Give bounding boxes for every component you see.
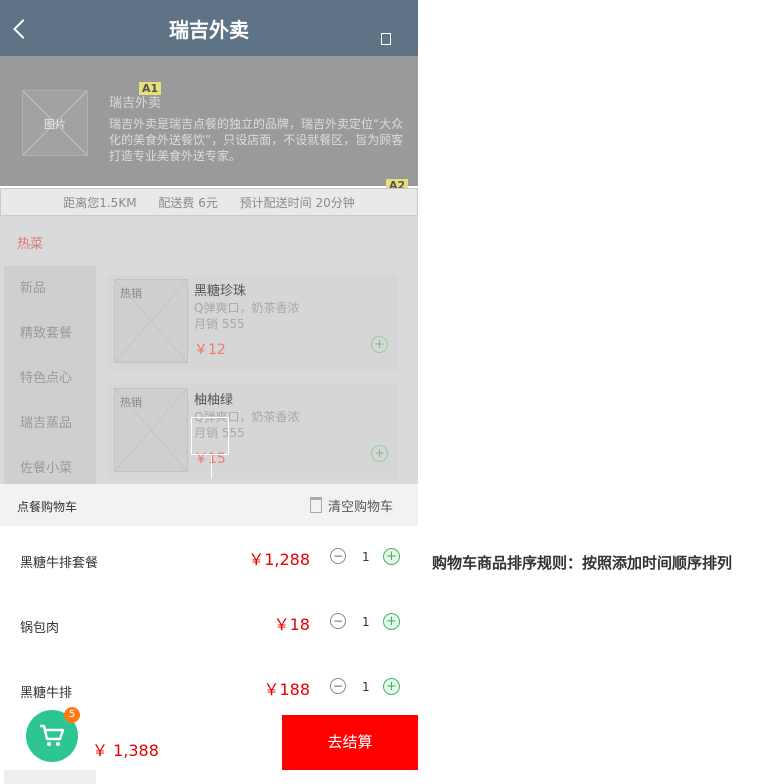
store-info-card: 图片 瑞吉外卖 瑞吉外卖是瑞吉点餐的独立的品牌，瑞吉外卖定位“大众化的美食外送餐…: [0, 56, 418, 186]
dish-monthly-sales: 月销 555: [194, 317, 245, 331]
category-item[interactable]: 瑞吉蒸品: [4, 401, 96, 446]
cart-title: 点餐购物车: [17, 500, 78, 514]
cart-item-qty: 1: [362, 550, 370, 564]
cart-item-qty: 1: [362, 680, 370, 694]
shopping-cart-icon: [40, 724, 65, 746]
decrease-qty-minus-icon[interactable]: −: [330, 613, 346, 629]
menu-icon[interactable]: [381, 33, 391, 45]
category-item[interactable]: 精致套餐: [4, 311, 96, 356]
cart-item-name: 锅包肉: [20, 621, 60, 636]
clear-cart-button[interactable]: 清空购物车: [310, 496, 393, 515]
cart-row: 黑糖牛排套餐 ￥1,288 − 1 +: [4, 527, 418, 593]
selection-box: [191, 417, 229, 455]
store-description: 瑞吉外卖是瑞吉点餐的独立的品牌，瑞吉外卖定位“大众化的美食外送餐饮”，只设店面，…: [109, 117, 404, 163]
dish-name: 柚柚绿: [194, 393, 234, 408]
trash-icon: [310, 497, 322, 513]
annotation-tag-a1: A1: [139, 82, 162, 95]
delivery-info-bar: 距离您1.5KM 配送费 6元 预计配送时间 20分钟: [0, 188, 418, 216]
top-nav-bar: 瑞吉外卖: [0, 0, 418, 56]
page-title: 瑞吉外卖: [169, 18, 249, 42]
cart-item-price: ￥18: [273, 615, 310, 634]
category-sidebar: 新品 精致套餐 特色点心 瑞吉蒸品 佐餐小菜: [4, 266, 96, 484]
dish-price: ￥12: [194, 342, 226, 358]
decrease-qty-minus-icon[interactable]: −: [330, 548, 346, 564]
hot-dishes-label[interactable]: 热菜: [17, 233, 43, 252]
delivery-time-text: 预计配送时间 20分钟: [239, 196, 355, 210]
dish-card[interactable]: 热销 柚柚绿 Q弹爽口，奶茶香浓 月销 555 ￥15 +: [108, 384, 398, 479]
footer-strip: [4, 770, 96, 784]
hot-sale-badge: 热销: [120, 287, 142, 300]
increase-qty-plus-icon[interactable]: +: [383, 548, 400, 565]
hot-sale-badge: 热销: [120, 396, 142, 409]
category-item[interactable]: 新品: [4, 266, 96, 311]
distance-text: 距离您1.5KM: [63, 196, 137, 210]
category-item[interactable]: 特色点心: [4, 356, 96, 401]
clear-cart-label: 清空购物车: [328, 500, 394, 515]
annotation-note: 购物车商品排序规则：按照添加时间顺序排列: [432, 554, 733, 572]
cart-item-price: ￥1,288: [248, 550, 310, 569]
cart-item-price: ￥188: [263, 680, 310, 699]
increase-qty-plus-icon[interactable]: +: [383, 613, 400, 630]
add-dish-plus-icon[interactable]: +: [371, 336, 388, 353]
add-dish-plus-icon[interactable]: +: [371, 445, 388, 462]
cart-row: 锅包肉 ￥18 − 1 +: [4, 592, 418, 658]
cart-item-qty: 1: [362, 615, 370, 629]
delivery-fee-text: 配送费 6元: [158, 196, 218, 210]
increase-qty-plus-icon[interactable]: +: [383, 678, 400, 695]
mobile-screen: 瑞吉外卖 图片 瑞吉外卖 瑞吉外卖是瑞吉点餐的独立的品牌，瑞吉外卖定位“大众化的…: [0, 0, 418, 784]
cart-item-name: 黑糖牛排: [20, 686, 73, 701]
dish-description: Q弹爽口，奶茶香浓: [194, 301, 300, 315]
cart-count-badge: 5: [64, 707, 80, 723]
store-image-placeholder: 图片: [22, 90, 88, 156]
dish-card[interactable]: 热销 黑糖珍珠 Q弹爽口，奶茶香浓 月销 555 ￥12 +: [108, 275, 398, 370]
cart-header: 点餐购物车 清空购物车: [0, 484, 418, 526]
dish-name: 黑糖珍珠: [194, 284, 247, 299]
image-label: 图片: [44, 118, 66, 131]
cart-item-name: 黑糖牛排套餐: [20, 556, 99, 571]
checkout-button[interactable]: 去结算: [282, 715, 418, 770]
cart-total-price: ￥ 1,388: [92, 741, 159, 760]
decrease-qty-minus-icon[interactable]: −: [330, 678, 346, 694]
text-cursor: [211, 456, 212, 478]
